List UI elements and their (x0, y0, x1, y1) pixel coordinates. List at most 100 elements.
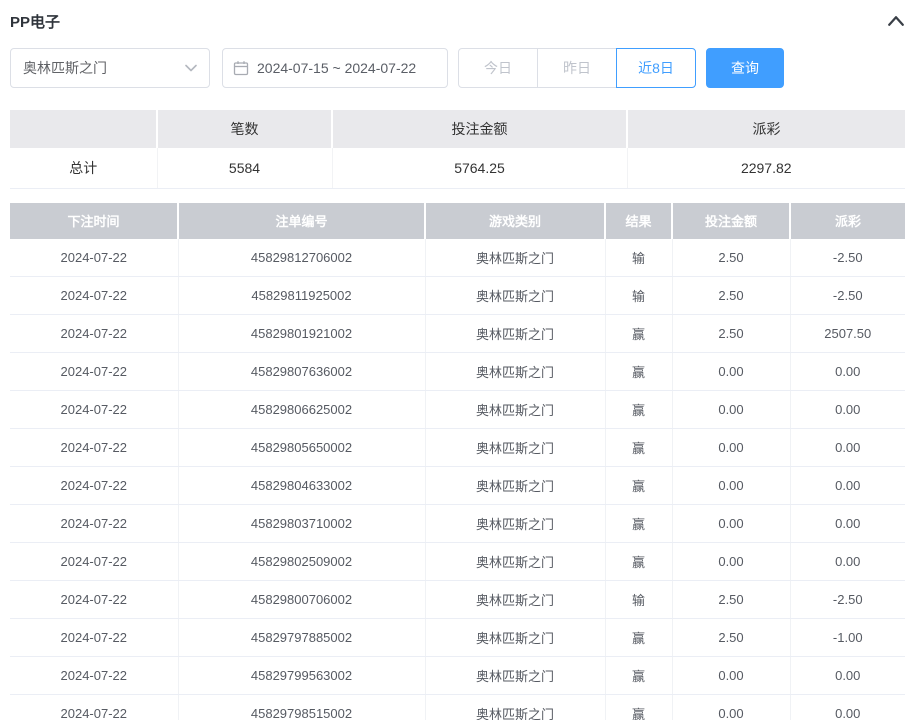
bet-amount-cell: 0.00 (672, 353, 790, 391)
result-cell: 赢 (605, 315, 672, 353)
order-id-cell: 45829806625002 (178, 391, 425, 429)
panel-header: PP电子 (10, 0, 905, 40)
bet-time-cell: 2024-07-22 (10, 315, 178, 353)
order-id-cell: 45829797885002 (178, 619, 425, 657)
result-cell: 赢 (605, 505, 672, 543)
result-cell: 赢 (605, 695, 672, 720)
summary-total-row: 总计 5584 5764.25 2297.82 (10, 148, 905, 188)
result-cell: 赢 (605, 619, 672, 657)
bet-records-table: 下注时间 注单编号 游戏类别 结果 投注金额 派彩 2024-07-22 458… (10, 203, 905, 720)
game-type-cell: 奥林匹斯之门 (425, 391, 605, 429)
table-row: 2024-07-22 45829800706002 奥林匹斯之门 输 2.50 … (10, 581, 905, 619)
result-cell: 赢 (605, 429, 672, 467)
summary-header-row: 笔数 投注金额 派彩 (10, 110, 905, 148)
payout-cell: -2.50 (790, 277, 905, 315)
today-button[interactable]: 今日 (458, 48, 538, 88)
bet-time-cell: 2024-07-22 (10, 429, 178, 467)
result-cell: 输 (605, 581, 672, 619)
game-type-cell: 奥林匹斯之门 (425, 581, 605, 619)
result-cell: 赢 (605, 391, 672, 429)
game-type-cell: 奥林匹斯之门 (425, 695, 605, 720)
bet-amount-cell: 0.00 (672, 695, 790, 720)
payout-cell: 0.00 (790, 657, 905, 695)
payout-cell: 2507.50 (790, 315, 905, 353)
summary-header-blank (10, 110, 157, 148)
result-cell: 输 (605, 277, 672, 315)
table-row: 2024-07-22 45829797885002 奥林匹斯之门 赢 2.50 … (10, 619, 905, 657)
order-id-cell: 45829804633002 (178, 467, 425, 505)
game-type-cell: 奥林匹斯之门 (425, 315, 605, 353)
summary-count-value: 5584 (157, 148, 332, 188)
date-range-input[interactable]: 2024-07-15 ~ 2024-07-22 (222, 48, 448, 88)
game-type-cell: 奥林匹斯之门 (425, 657, 605, 695)
game-type-cell: 奥林匹斯之门 (425, 543, 605, 581)
col-bet-amount: 投注金额 (672, 203, 790, 239)
order-id-cell: 45829812706002 (178, 239, 425, 277)
collapse-button[interactable] (887, 14, 905, 28)
quick-range-group: 今日 昨日 近8日 (458, 48, 696, 88)
game-select[interactable]: 奥林匹斯之门 (10, 48, 210, 88)
table-row: 2024-07-22 45829803710002 奥林匹斯之门 赢 0.00 … (10, 505, 905, 543)
order-id-cell: 45829799563002 (178, 657, 425, 695)
bet-amount-cell: 0.00 (672, 543, 790, 581)
bet-amount-cell: 0.00 (672, 429, 790, 467)
result-cell: 赢 (605, 543, 672, 581)
pp-electronic-panel: PP电子 奥林匹斯之门 2024-07-15 ~ 2024-07-22 今日 (0, 0, 915, 720)
game-select-value: 奥林匹斯之门 (23, 58, 107, 78)
bet-table-body: 2024-07-22 45829812706002 奥林匹斯之门 输 2.50 … (10, 239, 905, 720)
payout-cell: 0.00 (790, 391, 905, 429)
game-type-cell: 奥林匹斯之门 (425, 619, 605, 657)
table-row: 2024-07-22 45829812706002 奥林匹斯之门 输 2.50 … (10, 239, 905, 277)
search-button[interactable]: 查询 (706, 48, 784, 88)
summary-header-payout: 派彩 (627, 110, 905, 148)
bet-amount-cell: 0.00 (672, 505, 790, 543)
table-row: 2024-07-22 45829801921002 奥林匹斯之门 赢 2.50 … (10, 315, 905, 353)
col-payout: 派彩 (790, 203, 905, 239)
order-id-cell: 45829805650002 (178, 429, 425, 467)
filter-bar: 奥林匹斯之门 2024-07-15 ~ 2024-07-22 今日 昨日 近8日… (10, 48, 905, 88)
bet-time-cell: 2024-07-22 (10, 695, 178, 720)
payout-cell: 0.00 (790, 505, 905, 543)
bet-amount-cell: 2.50 (672, 619, 790, 657)
bet-amount-cell: 0.00 (672, 391, 790, 429)
payout-cell: 0.00 (790, 543, 905, 581)
bet-time-cell: 2024-07-22 (10, 353, 178, 391)
last-8-days-button[interactable]: 近8日 (616, 48, 696, 88)
payout-cell: 0.00 (790, 467, 905, 505)
chevron-up-icon (887, 14, 905, 28)
order-id-cell: 45829801921002 (178, 315, 425, 353)
bet-amount-cell: 2.50 (672, 239, 790, 277)
table-row: 2024-07-22 45829811925002 奥林匹斯之门 输 2.50 … (10, 277, 905, 315)
bet-time-cell: 2024-07-22 (10, 543, 178, 581)
game-type-cell: 奥林匹斯之门 (425, 429, 605, 467)
bet-time-cell: 2024-07-22 (10, 619, 178, 657)
summary-payout-value: 2297.82 (627, 148, 905, 188)
col-game-type: 游戏类别 (425, 203, 605, 239)
bet-amount-cell: 2.50 (672, 277, 790, 315)
yesterday-button[interactable]: 昨日 (537, 48, 617, 88)
bet-time-cell: 2024-07-22 (10, 277, 178, 315)
game-type-cell: 奥林匹斯之门 (425, 467, 605, 505)
col-result: 结果 (605, 203, 672, 239)
bet-time-cell: 2024-07-22 (10, 657, 178, 695)
summary-header-bet-amount: 投注金额 (332, 110, 627, 148)
col-bet-time: 下注时间 (10, 203, 178, 239)
order-id-cell: 45829803710002 (178, 505, 425, 543)
bet-time-cell: 2024-07-22 (10, 581, 178, 619)
col-order-id: 注单编号 (178, 203, 425, 239)
bet-time-cell: 2024-07-22 (10, 239, 178, 277)
table-row: 2024-07-22 45829798515002 奥林匹斯之门 赢 0.00 … (10, 695, 905, 720)
table-row: 2024-07-22 45829802509002 奥林匹斯之门 赢 0.00 … (10, 543, 905, 581)
table-row: 2024-07-22 45829807636002 奥林匹斯之门 赢 0.00 … (10, 353, 905, 391)
bet-amount-cell: 0.00 (672, 657, 790, 695)
order-id-cell: 45829798515002 (178, 695, 425, 720)
game-type-cell: 奥林匹斯之门 (425, 353, 605, 391)
game-type-cell: 奥林匹斯之门 (425, 277, 605, 315)
order-id-cell: 45829802509002 (178, 543, 425, 581)
date-range-value: 2024-07-15 ~ 2024-07-22 (257, 60, 416, 76)
result-cell: 赢 (605, 657, 672, 695)
summary-header-count: 笔数 (157, 110, 332, 148)
table-row: 2024-07-22 45829799563002 奥林匹斯之门 赢 0.00 … (10, 657, 905, 695)
bet-time-cell: 2024-07-22 (10, 467, 178, 505)
payout-cell: 0.00 (790, 695, 905, 720)
